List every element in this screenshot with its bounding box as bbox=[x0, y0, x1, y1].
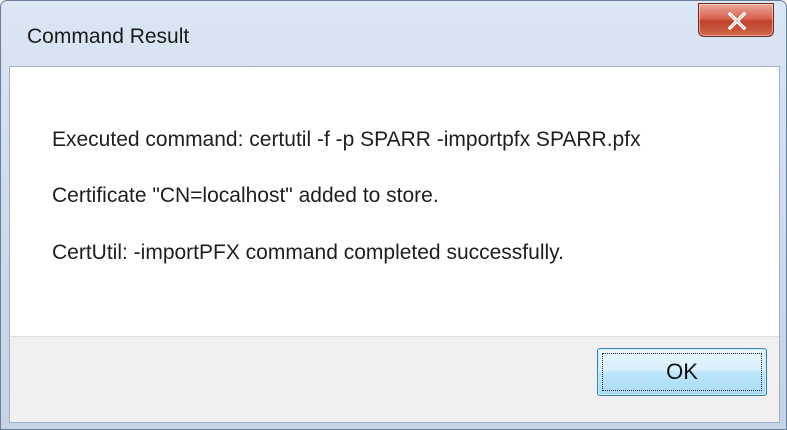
message-area: Executed command: certutil -f -p SPARR -… bbox=[10, 67, 779, 336]
message-line-result: CertUtil: -importPFX command completed s… bbox=[52, 241, 564, 264]
dialog-client-area: Executed command: certutil -f -p SPARR -… bbox=[9, 66, 780, 423]
button-bar: OK bbox=[10, 336, 779, 422]
window-title: Command Result bbox=[27, 25, 190, 48]
message-line-command: Executed command: certutil -f -p SPARR -… bbox=[52, 128, 641, 151]
ok-button-label: OK bbox=[666, 359, 698, 384]
close-button[interactable] bbox=[698, 3, 774, 37]
ok-button[interactable]: OK bbox=[597, 348, 767, 396]
message-line-certificate: Certificate "CN=localhost" added to stor… bbox=[52, 184, 439, 207]
dialog-window: Command Result Executed command: certuti… bbox=[0, 0, 787, 430]
title-bar[interactable]: Command Result bbox=[1, 1, 786, 67]
close-icon bbox=[727, 12, 747, 30]
